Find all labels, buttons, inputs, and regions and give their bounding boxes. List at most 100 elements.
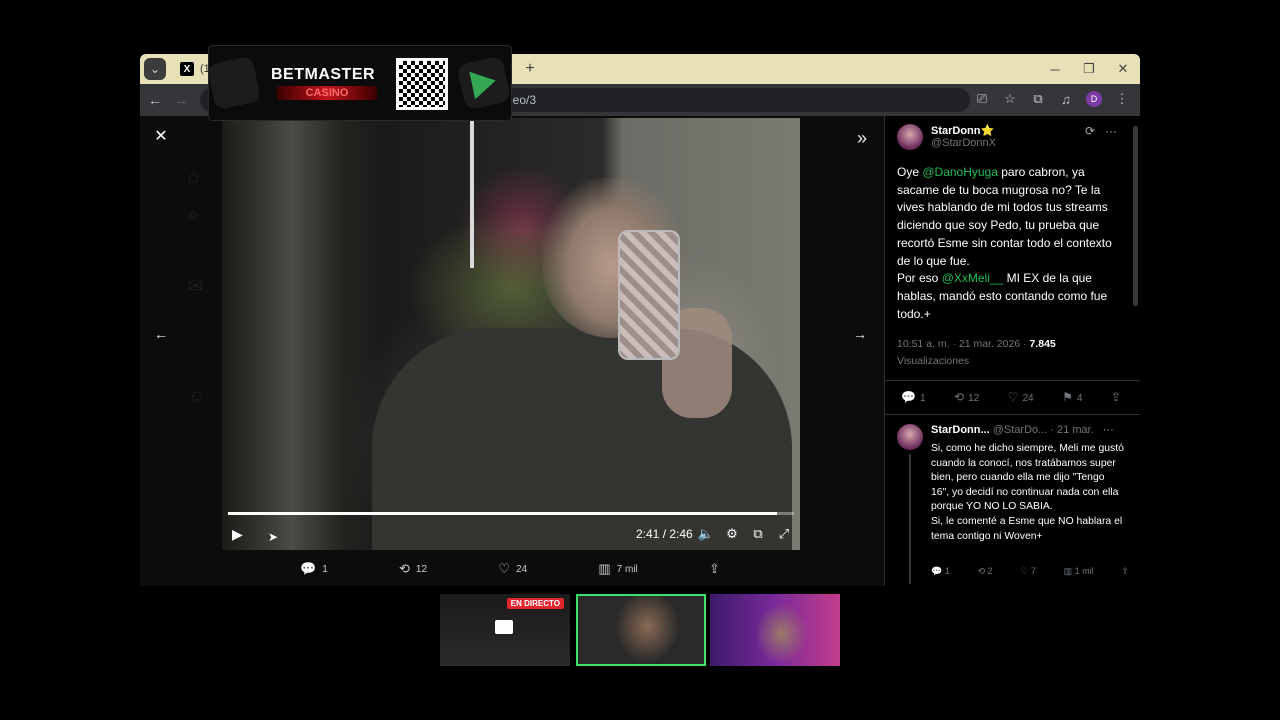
author-handle[interactable]: @StarDonnX [931,137,996,149]
video-time: 2:41 / 2:46 [636,527,693,541]
forward-icon[interactable]: → [168,87,194,113]
ad-subtitle: CASINO [277,86,377,100]
bar-chart-icon: ▥ [1063,566,1073,576]
bar-chart-icon: ▥ [598,561,611,576]
close-window-icon[interactable]: ✕ [1106,54,1140,84]
browser-window: ⌄ X (1) + ─ ❐ ✕ ← → deo/3 ⎚ ☆ ⧉ ♫ D ⋮ ⌂ … [140,54,1140,586]
back-icon[interactable]: ← [142,87,168,113]
reply-button[interactable]: 💬 1 [931,566,950,577]
reply-icon: 💬 [300,561,317,576]
reply-header: StarDonn... @StarDo... · 21 mar. ··· [931,424,1114,436]
more-icon[interactable]: ··· [1105,124,1117,138]
share-icon: ⇪ [709,561,720,576]
views-count: 7.845 [1029,338,1056,350]
share-button[interactable]: ⇪ [1121,566,1129,577]
video-frame[interactable] [222,118,800,550]
media-action-bar: 💬 1 ⟲ 12 ♡ 24 ▥ 7 mil ⇪ [300,557,720,581]
grok-icon[interactable]: ⟳ [1085,124,1095,138]
restore-icon[interactable]: ❐ [1072,54,1106,84]
repost-icon: ⟲ [954,390,965,404]
close-viewer-icon[interactable]: ✕ [152,128,170,146]
tweet-meta: 10:51 a. m. · 21 mar. 2026 · 7.845 Visua… [897,336,1123,370]
cast-icon[interactable]: ⎚ [970,87,994,111]
pip-icon[interactable]: ⧉ [749,525,767,543]
reply-date[interactable]: · 21 mar. [1050,424,1093,436]
stream-stage: ⌄ X (1) + ─ ❐ ✕ ← → deo/3 ⎚ ☆ ⧉ ♫ D ⋮ ⌂ … [0,0,1280,720]
heart-icon: ♡ [1007,390,1019,404]
like-button[interactable]: ♡ 24 [1008,390,1034,404]
profile-avatar[interactable]: D [1086,91,1102,107]
mention-link[interactable]: @DanoHyuga [922,165,998,179]
new-tab-button[interactable]: + [520,59,540,79]
video-progress-fill [228,512,778,515]
collapse-panel-icon[interactable]: » [850,126,874,150]
repost-icon: ⟲ [399,561,410,576]
ghost-search-icon: ⌕ [188,204,199,224]
reply-button[interactable]: 💬 1 [901,390,926,404]
tweet-text: Oye @DanoHyuga paro cabron, ya sacame de… [897,165,1112,321]
reply-button[interactable]: 💬 1 [300,561,328,577]
bookmark-icon: ⚑ [1062,390,1073,404]
mention-link[interactable]: @XxMeli__ [942,271,1004,285]
tweet-panel: StarDonn⭐ @StarDonnX ⟳ ··· Oye @DanoHyug… [884,116,1140,586]
video-progress-bar[interactable] [228,512,794,515]
avatar[interactable] [897,424,923,450]
avatar[interactable] [897,124,923,150]
divider [885,380,1140,381]
ad-brand: BETMASTER [271,66,376,83]
video-controls: ▶ ➤ 2:41 / 2:46 🔈 ⚙ ⧉ ⤢ [222,520,800,548]
tweet-timestamp[interactable]: 10:51 a. m. · 21 mar. 2026 · [897,338,1030,350]
fullscreen-icon[interactable]: ⤢ [775,525,793,543]
qr-code [396,58,448,110]
video-phone [618,230,680,360]
tweet-header: StarDonn⭐ @StarDonnX [897,124,996,150]
play-icon[interactable]: ▶ [232,526,248,542]
cam-streamer-2 [710,594,840,666]
video-pole [470,118,474,268]
heart-icon: ♡ [498,561,510,576]
share-button[interactable]: ⇪ [1111,390,1125,404]
tab-search-button[interactable]: ⌄ [144,58,166,80]
views-button[interactable]: ▥ 1 mil [1064,566,1094,577]
prev-media-icon[interactable]: ← [149,322,173,346]
settings-gear-icon[interactable]: ⚙ [723,525,741,543]
reply-text: Si, como he dicho siempre, Meli me gustó… [931,443,1124,542]
next-media-icon[interactable]: → [848,322,872,346]
google-play-icon [469,66,499,100]
media-viewer: ⌂ ⌕ ✉ ☺ ✕ ← → » ▶ ➤ 2:41 / 2:46 🔈 ⚙ ⧉ ⤢ … [140,116,884,586]
tweet-actions: 💬 1 ⟲ 12 ♡ 24 ⚑ 4 ⇪ [901,390,1125,404]
share-icon: ⇪ [1121,566,1129,576]
minimize-icon[interactable]: ─ [1038,54,1072,84]
mouse-cursor-icon: ➤ [268,530,279,544]
betmaster-ad-overlay: BETMASTER CASINO [206,45,512,121]
heart-icon: ♡ [1020,566,1029,576]
like-button[interactable]: ♡ 24 [498,561,527,577]
repost-button[interactable]: ⟲ 12 [399,561,427,577]
share-button[interactable]: ⇪ [709,561,720,577]
repost-icon: ⟲ [977,566,986,576]
menu-kebab-icon[interactable]: ⋮ [1110,87,1134,111]
reply-actions: 💬 1 ⟲ 2 ♡ 7 ▥ 1 mil ⇪ [931,566,1129,577]
media-icon[interactable]: ♫ [1054,87,1078,111]
bookmark-star-icon[interactable]: ☆ [998,87,1022,111]
monitor-icon [495,620,513,634]
reply-handle[interactable]: @StarDo... [993,424,1048,436]
ghost-mail-icon: ✉ [188,276,204,296]
author-name[interactable]: StarDonn⭐ [931,124,996,137]
bookmark-button[interactable]: ⚑ 4 [1062,390,1082,404]
extensions-icon[interactable]: ⧉ [1026,87,1050,111]
panel-scrollbar[interactable] [1133,126,1138,306]
google-play-badge [456,55,512,111]
x-logo-icon: X [180,62,194,76]
like-button[interactable]: ♡ 7 [1020,566,1036,577]
views-button[interactable]: ▥ 7 mil [598,561,637,577]
reply-icon: 💬 [931,566,943,576]
toolbar-actions: ⎚ ☆ ⧉ ♫ D ⋮ [970,87,1134,111]
repost-button[interactable]: ⟲ 2 [977,566,992,577]
repost-button[interactable]: ⟲ 12 [954,390,979,404]
more-icon[interactable]: ··· [1103,424,1114,436]
reply-author-name[interactable]: StarDonn... [931,424,990,436]
share-icon: ⇪ [1110,390,1121,404]
volume-icon[interactable]: 🔈 [697,525,715,543]
apple-store-badge [206,55,262,111]
